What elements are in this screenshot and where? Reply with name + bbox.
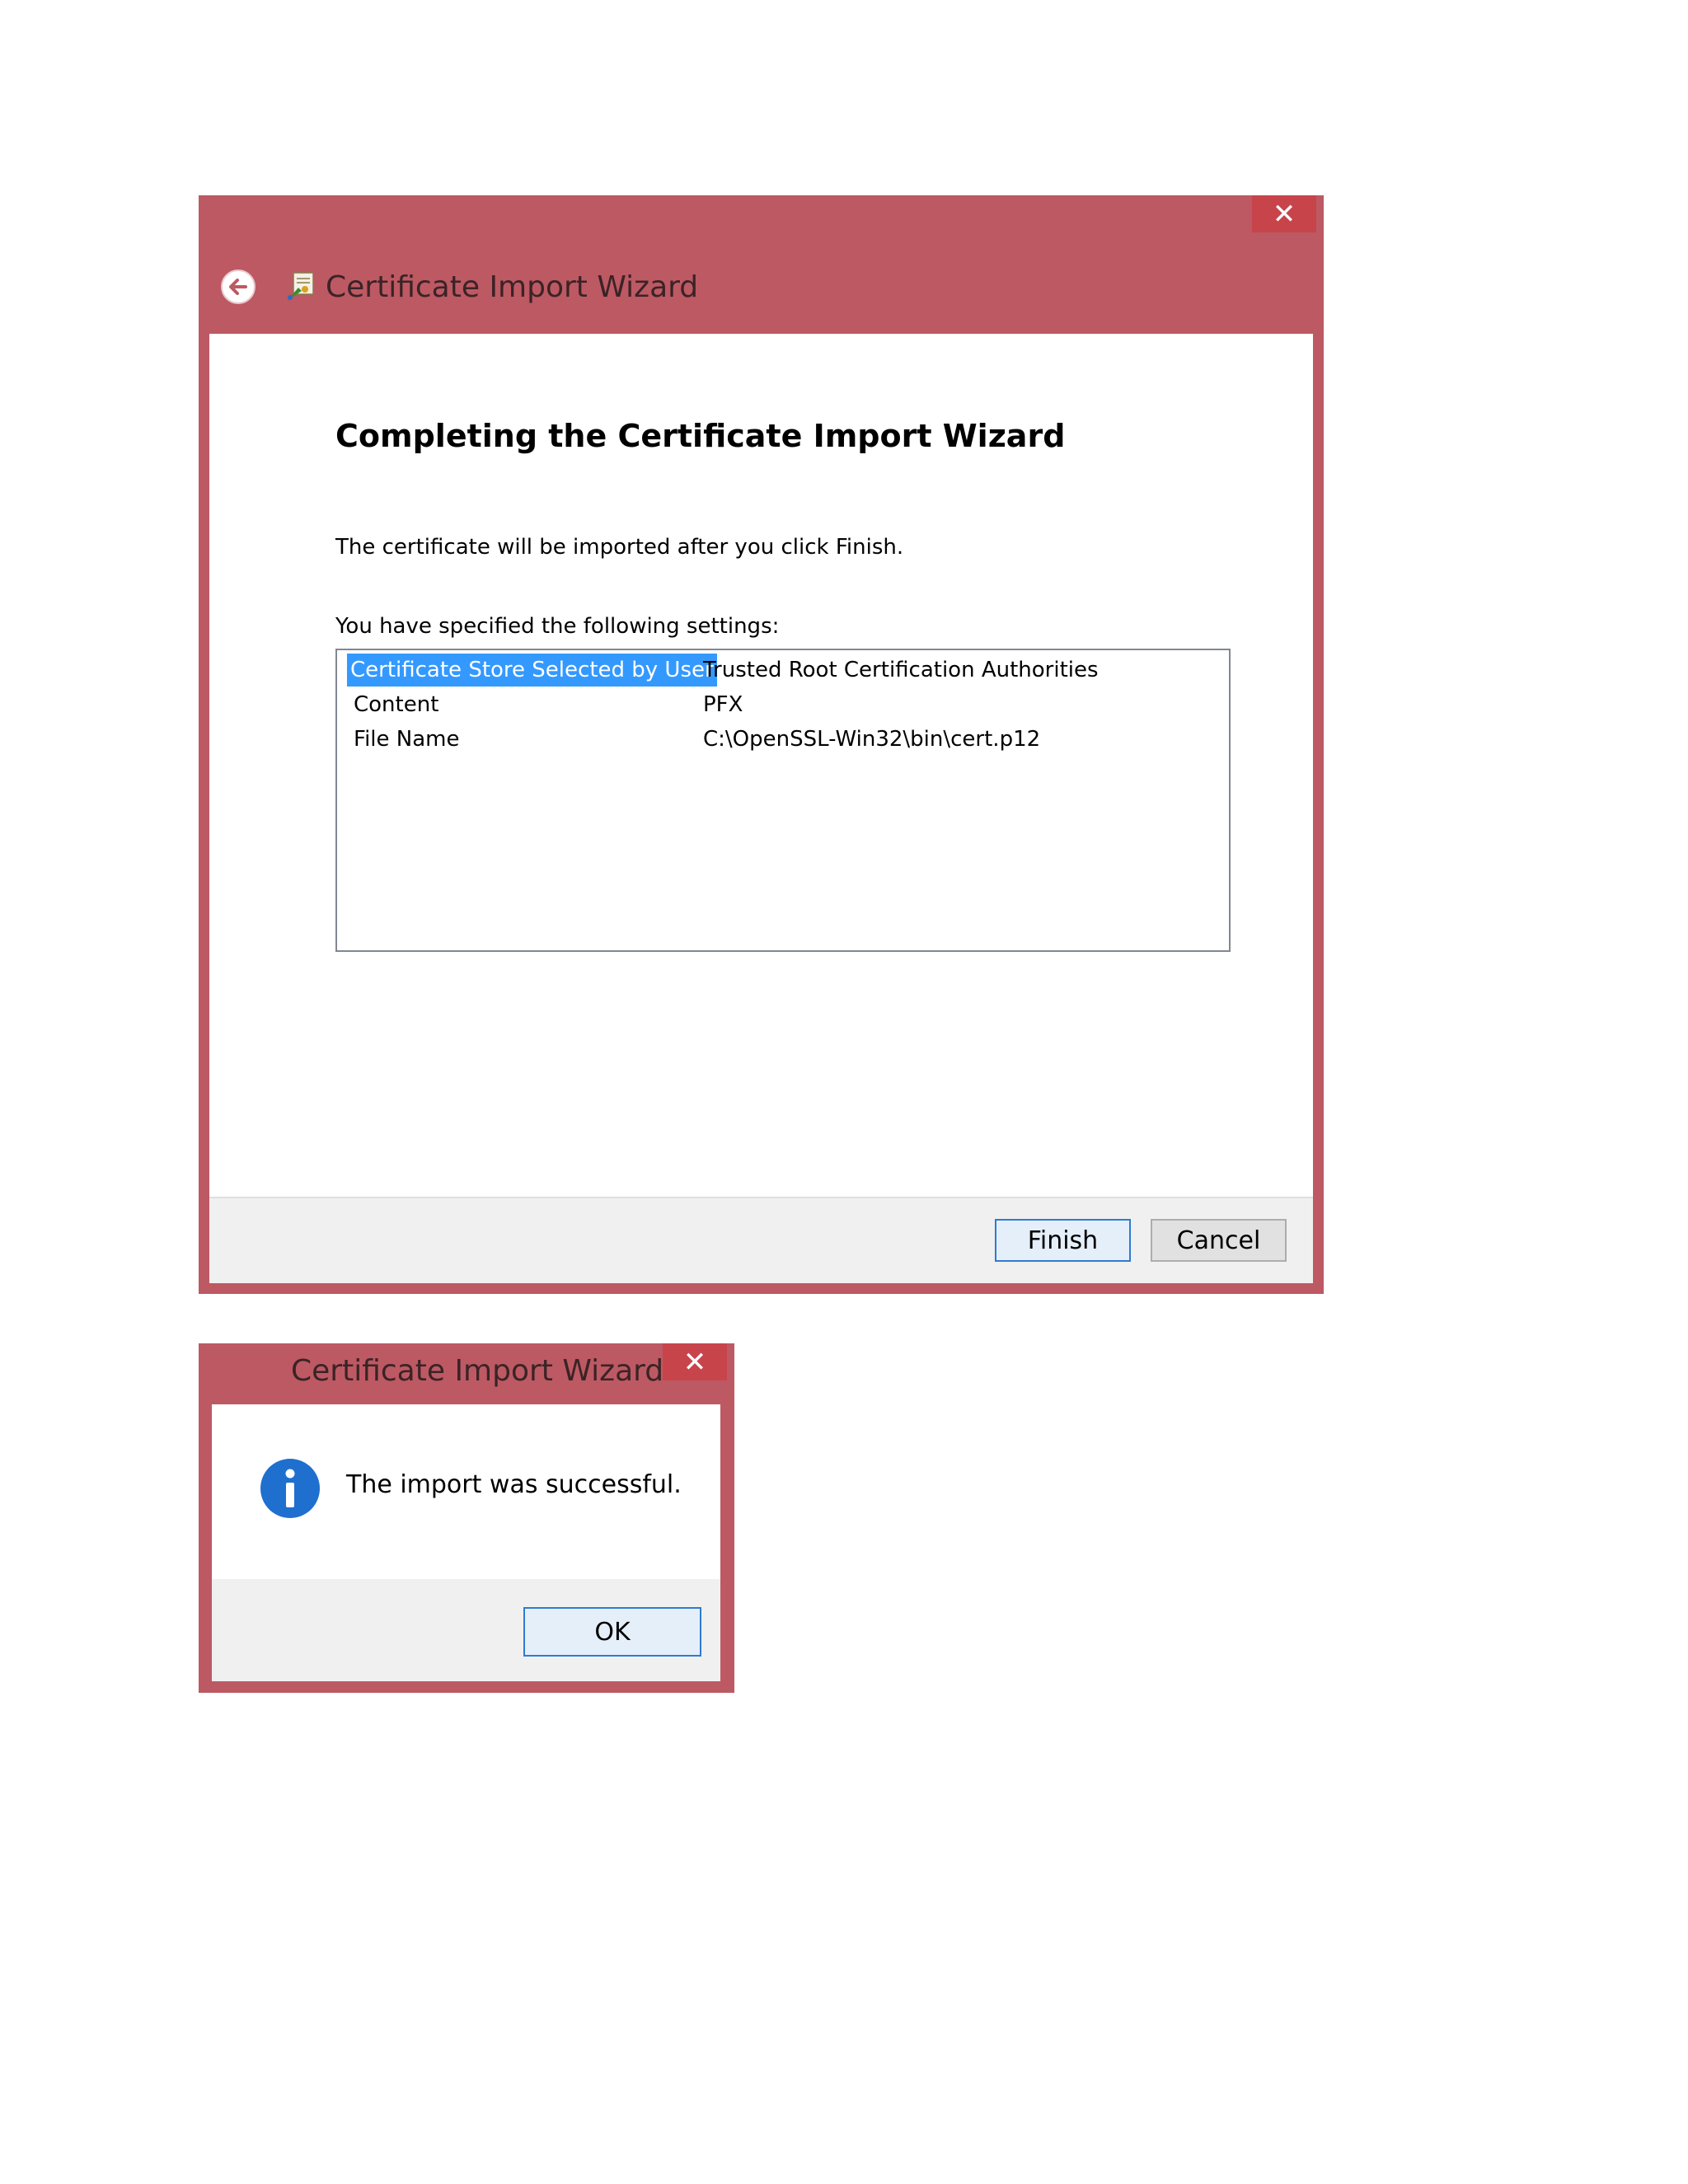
info-icon: [260, 1459, 320, 1518]
info-text: The certificate will be imported after y…: [335, 535, 904, 560]
message-box-button-bar: OK: [212, 1579, 720, 1681]
cancel-button[interactable]: Cancel: [1151, 1219, 1287, 1262]
list-item[interactable]: Content PFX: [337, 688, 1229, 721]
message-box-close-button[interactable]: ✕: [663, 1343, 727, 1380]
message-text: The import was successful.: [346, 1470, 682, 1499]
setting-value: C:\OpenSSL-Win32\bin\cert.p12: [703, 727, 1041, 752]
finish-button[interactable]: Finish: [995, 1219, 1131, 1262]
setting-value: PFX: [703, 692, 743, 717]
message-box-client-area: The import was successful. OK: [212, 1404, 720, 1681]
close-icon: ✕: [682, 1345, 707, 1379]
message-box-title: Certificate Import Wizard: [291, 1354, 664, 1388]
settings-list[interactable]: Certificate Store Selected by User Trust…: [335, 649, 1231, 952]
setting-name: File Name: [354, 727, 460, 752]
ok-button[interactable]: OK: [523, 1607, 701, 1657]
setting-value: Trusted Root Certification Authorities: [703, 658, 1099, 682]
wizard-window: ✕ Certificate Import Wizard Completing t…: [199, 195, 1324, 1294]
list-item[interactable]: File Name C:\OpenSSL-Win32\bin\cert.p12: [337, 723, 1229, 756]
wizard-client-area: Completing the Certificate Import Wizard…: [209, 334, 1313, 1283]
certificate-wizard-icon: [287, 272, 314, 301]
message-box-window: Certificate Import Wizard ✕ The import w…: [199, 1343, 734, 1693]
wizard-title: Certificate Import Wizard: [326, 270, 699, 304]
wizard-close-button[interactable]: ✕: [1252, 195, 1316, 232]
page-heading: Completing the Certificate Import Wizard: [335, 418, 1066, 454]
list-item[interactable]: Certificate Store Selected by User Trust…: [337, 654, 1229, 687]
setting-name: Content: [354, 692, 439, 717]
back-arrow-icon[interactable]: [219, 268, 257, 306]
wizard-button-bar: Finish Cancel: [209, 1197, 1313, 1283]
close-icon: ✕: [1272, 197, 1296, 231]
setting-name: Certificate Store Selected by User: [347, 654, 717, 687]
settings-label: You have specified the following setting…: [335, 614, 780, 639]
